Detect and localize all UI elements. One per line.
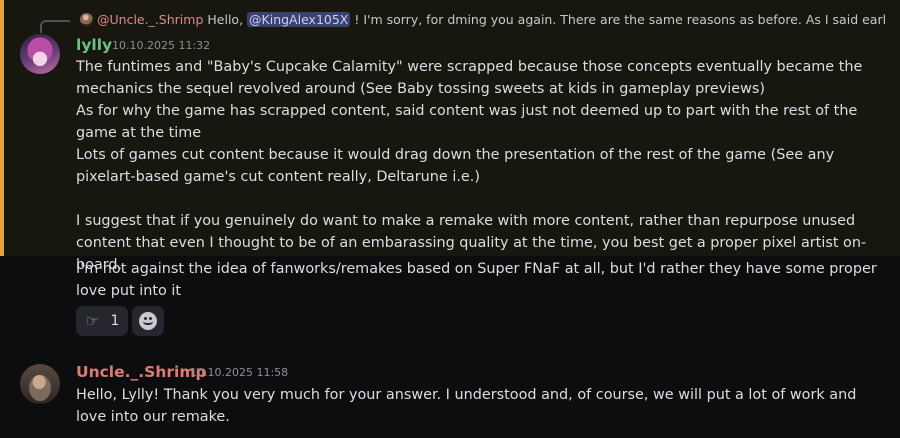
reply-author-avatar[interactable] — [80, 13, 93, 26]
message-paragraph: As for why the game has scrapped content… — [76, 103, 858, 141]
avatar[interactable] — [20, 364, 60, 404]
add-reaction-button[interactable] — [132, 306, 164, 336]
reply-author-name[interactable]: @Uncle._.Shrimp — [97, 12, 203, 27]
message-paragraph: The funtimes and "Baby's Cupcake Calamit… — [76, 59, 863, 97]
highlight-accent-bar — [0, 0, 4, 256]
message-timestamp[interactable]: 10.10.2025 11:58 — [190, 363, 288, 383]
message-paragraph: I'm not against the idea of fanworks/rem… — [76, 261, 877, 299]
reaction-thumbs-up[interactable]: ☞ 1 — [76, 306, 128, 336]
message-timestamp[interactable]: 10.10.2025 11:32 — [112, 36, 210, 56]
reaction-count: 1 — [110, 313, 120, 329]
thumbs-up-icon: ☞ — [85, 312, 100, 330]
message-paragraph: Hello, Lylly! Thank you very much for yo… — [76, 387, 857, 425]
message-continuation: I'm not against the idea of fanworks/rem… — [76, 258, 888, 302]
reply-mention[interactable]: @KingAlex105X — [247, 12, 351, 27]
reply-text-before: Hello, — [207, 12, 248, 27]
reply-preview[interactable]: @Uncle._.Shrimp Hello, @KingAlex105X ! I'… — [97, 11, 887, 29]
message-content: The funtimes and "Baby's Cupcake Calamit… — [76, 56, 888, 276]
message-paragraph: Lots of games cut content because it wou… — [76, 147, 835, 185]
message-blank-line — [76, 188, 888, 210]
message-author[interactable]: lylly — [76, 35, 112, 55]
message-content: Hello, Lylly! Thank you very much for yo… — [76, 384, 888, 428]
message-author[interactable]: Uncle._.Shrimp — [76, 362, 207, 382]
chat-message-list: @Uncle._.Shrimp Hello, @KingAlex105X ! I'… — [0, 0, 900, 438]
avatar[interactable] — [20, 34, 60, 74]
add-reaction-icon — [139, 312, 157, 330]
reply-text-after: ! I'm sorry, for dming you again. There … — [350, 12, 887, 27]
reply-connector-line — [40, 20, 70, 33]
